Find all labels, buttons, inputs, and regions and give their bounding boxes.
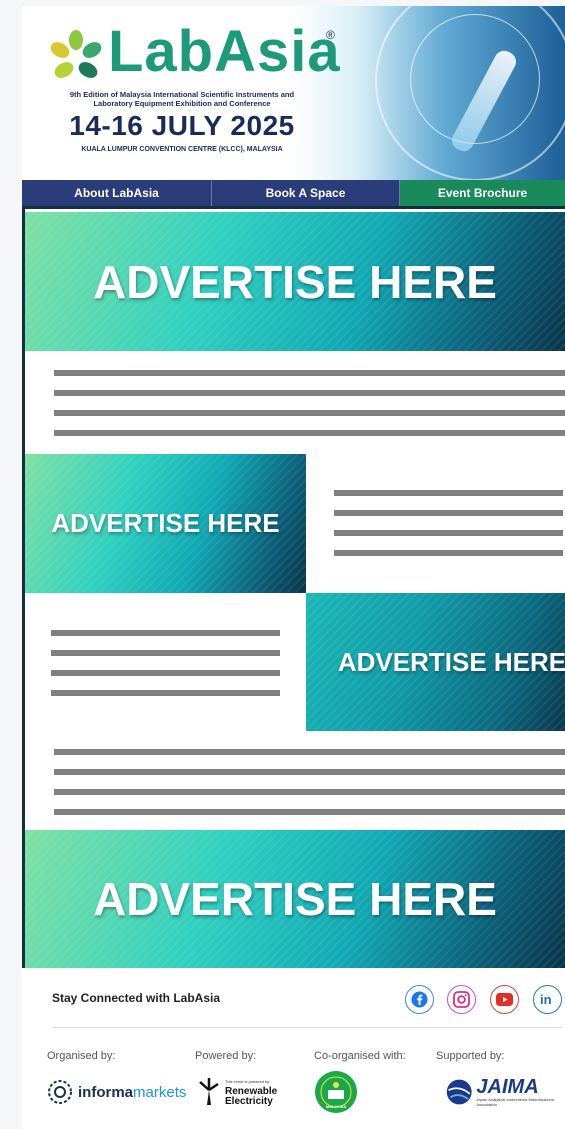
ad-text: ADVERTISE HERE [93, 255, 497, 308]
footer: Stay Connected with LabAsia in Organised… [22, 968, 565, 1129]
ad-text: ADVERTISE HERE [51, 508, 280, 538]
placeholder-line [54, 769, 565, 775]
labasia-logo: LabAsia ® [50, 19, 350, 84]
placeholder-line [54, 430, 565, 436]
wind-turbine-icon [199, 1078, 219, 1105]
supported-by-label: Supported by: [436, 1050, 505, 1062]
renewable-electricity-logo[interactable]: This event is powered by Renewable Elect… [197, 1071, 277, 1113]
seal-caption: MALAYSIA [326, 1104, 347, 1109]
powered-by-label: Powered by: [195, 1050, 257, 1062]
ad-banner-right[interactable]: ADVERTISE HERE [306, 593, 565, 731]
ad-text: ADVERTISE HERE [337, 646, 565, 677]
co-organised-label: Co-organised with: [314, 1050, 406, 1062]
text-placeholder-block [54, 370, 565, 450]
jaima-subtext: Japan Analytical Instruments Manufacture… [476, 1097, 555, 1107]
electricity-text: Electricity [225, 1096, 273, 1107]
placeholder-line [54, 390, 565, 396]
svg-text:in: in [540, 992, 552, 1007]
about-labasia-button[interactable]: About LabAsia [22, 180, 212, 206]
ad-banner-bottom[interactable]: ADVERTISE HERE [25, 830, 565, 968]
stay-connected-label: Stay Connected with LabAsia [52, 991, 221, 1005]
event-subtitle: 9th Edition of Malaysia International Sc… [69, 90, 295, 108]
informa-text: informa [78, 1083, 134, 1101]
labasia-flower-icon [50, 30, 102, 78]
placeholder-line [54, 789, 565, 795]
placeholder-line [51, 630, 280, 636]
placeholder-line [51, 650, 280, 656]
event-venue: KUALA LUMPUR CONVENTION CENTRE (KLCC), M… [81, 146, 283, 153]
placeholder-line [51, 670, 280, 676]
linkedin-icon[interactable]: in [533, 985, 562, 1014]
co-organiser-seal-logo[interactable]: MALAYSIA [314, 1071, 358, 1113]
text-placeholder-block [51, 630, 280, 710]
jaima-globe-icon [446, 1079, 472, 1105]
event-dates: 14-16 JULY 2025 [69, 110, 295, 141]
content-area: ADVERTISE HERE ADVERTISE HERE ADVERTISE … [22, 206, 565, 968]
placeholder-line [54, 749, 565, 755]
event-brochure-button[interactable]: Event Brochure [400, 180, 565, 206]
jaima-text: JAIMA [476, 1076, 539, 1098]
ad-banner-top[interactable]: ADVERTISE HERE [25, 212, 565, 351]
email-page: LabAsia ® 9th Edition of Malaysia Intern… [22, 6, 565, 1129]
ad-banner-left[interactable]: ADVERTISE HERE [25, 454, 306, 593]
placeholder-line [54, 809, 565, 815]
text-placeholder-block [334, 490, 563, 570]
instagram-icon[interactable] [447, 985, 476, 1014]
book-a-space-button[interactable]: Book A Space [212, 180, 400, 206]
ad-text: ADVERTISE HERE [93, 873, 497, 925]
nav-bar: About LabAsia Book A Space Event Brochur… [22, 180, 565, 206]
placeholder-line [334, 550, 563, 556]
youtube-icon[interactable] [490, 985, 519, 1014]
placeholder-line [54, 410, 565, 416]
informa-markets-logo[interactable]: informamarkets [47, 1071, 186, 1113]
header-banner[interactable]: LabAsia ® 9th Edition of Malaysia Intern… [22, 6, 565, 180]
placeholder-line [51, 690, 280, 696]
co-organiser-seal-icon: MALAYSIA [315, 1071, 357, 1113]
placeholder-line [54, 370, 565, 376]
placeholder-line [334, 530, 563, 536]
footer-divider [52, 1027, 562, 1028]
logo-text: LabAsia [108, 19, 341, 84]
placeholder-line [334, 510, 563, 516]
placeholder-line [334, 490, 563, 496]
organised-by-label: Organised by: [47, 1050, 116, 1062]
informa-ring-icon [48, 1080, 72, 1104]
markets-text: markets [133, 1083, 187, 1101]
facebook-icon[interactable] [405, 985, 434, 1014]
jaima-logo[interactable]: JAIMA Japan Analytical Instruments Manuf… [445, 1071, 565, 1113]
text-placeholder-block [54, 749, 565, 829]
registered-mark: ® [326, 28, 335, 42]
